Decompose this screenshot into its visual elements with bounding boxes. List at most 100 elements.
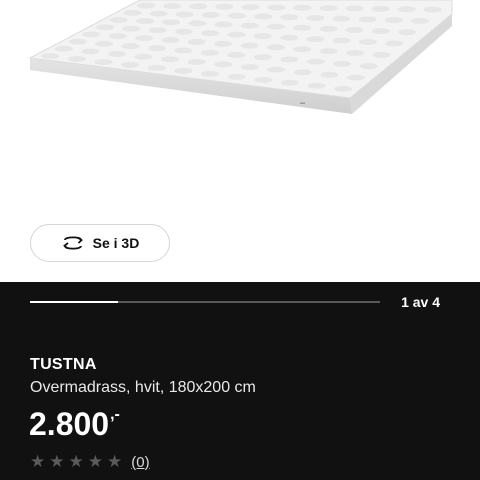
quilt-tuft	[109, 17, 128, 24]
quilt-tuft	[319, 48, 338, 55]
product-price: 2.800 ,-	[29, 402, 120, 446]
quilt-tuft	[174, 67, 193, 74]
quilt-tuft	[293, 69, 312, 76]
quilt-tuft	[266, 44, 285, 51]
quilt-tuft	[201, 12, 220, 19]
quilt-tuft	[241, 4, 260, 11]
quilt-tuft	[385, 40, 404, 47]
quilt-tuft	[280, 56, 299, 63]
quilt-tuft	[266, 23, 285, 30]
quilt-tuft	[174, 47, 193, 54]
quilt-tuft	[147, 64, 166, 71]
quilt-tuft	[147, 45, 166, 52]
quilt-tuft	[240, 64, 259, 71]
product-image-area[interactable]: ▬ Se i 3D	[0, 0, 480, 282]
quilt-tuft	[82, 31, 101, 38]
quilt-tuft	[215, 3, 234, 10]
star-icon: ★	[87, 452, 103, 471]
gallery-progress-fill	[30, 301, 118, 303]
review-count-link[interactable]: (0)	[131, 454, 149, 471]
product-rating[interactable]: ★ ★ ★ ★ ★ (0)	[30, 452, 150, 472]
quilt-tuft	[96, 24, 115, 31]
quilt-tuft	[81, 48, 100, 55]
product-name[interactable]: TUSTNA	[30, 356, 97, 374]
quilt-tuft	[188, 20, 207, 27]
quilt-tuft	[134, 53, 153, 60]
quilt-tuft	[332, 37, 351, 44]
quilt-tuft	[161, 56, 180, 63]
quilt-tuft	[108, 33, 127, 40]
price-suffix: ,-	[110, 406, 120, 423]
mattress-topper-image: ▬	[28, 0, 453, 114]
quilt-tuft	[67, 55, 86, 62]
quilt-tuft	[41, 52, 60, 59]
quilt-tuft	[200, 70, 219, 77]
gallery-progress-bar	[30, 301, 380, 303]
quilt-tuft	[372, 51, 391, 58]
quilt-tuft	[397, 6, 416, 13]
quilt-tuft	[345, 5, 364, 12]
quilt-tuft	[163, 3, 182, 10]
star-icon: ★	[49, 452, 65, 471]
quilt-tuft	[293, 4, 312, 11]
view-in-3d-button[interactable]: Se i 3D	[30, 224, 170, 262]
quilt-tuft	[306, 58, 325, 65]
quilt-tuft	[332, 15, 351, 22]
quilt-tuft	[346, 74, 365, 81]
quilt-tuft	[398, 29, 417, 36]
quilt-tuft	[68, 38, 87, 45]
rotate-3d-icon	[62, 236, 83, 250]
quilt-tuft	[227, 51, 246, 58]
quilt-tuft	[267, 66, 286, 73]
quilt-tuft	[307, 82, 326, 89]
quilt-tuft	[123, 9, 142, 16]
star-icon: ★	[107, 452, 123, 471]
quilt-tuft	[346, 49, 365, 56]
quilt-tuft	[306, 36, 325, 43]
quilt-tuft	[187, 58, 206, 65]
quilt-tuft	[137, 2, 156, 9]
quilt-tuft	[267, 4, 286, 11]
quilt-tuft	[107, 51, 126, 58]
quilt-tuft	[345, 26, 364, 33]
product-description: Overmadrass, hvit, 180x200 cm	[30, 379, 256, 396]
quilt-tuft	[293, 24, 312, 31]
quilt-tuft	[214, 61, 233, 68]
quilt-tuft	[187, 38, 206, 45]
quilt-tuft	[253, 54, 272, 61]
quilt-tuft	[162, 19, 181, 26]
quilt-tuft	[174, 28, 193, 35]
quilt-tuft	[371, 5, 390, 12]
quilt-tuft	[423, 6, 442, 13]
quilt-tuft	[121, 43, 140, 50]
quilt-tuft	[189, 3, 208, 10]
gallery-pager: 1 av 4	[401, 294, 440, 310]
quilt-tuft	[122, 25, 141, 32]
quilt-tuft	[240, 42, 259, 49]
quilt-tuft	[253, 33, 272, 40]
quilt-tuft	[410, 17, 429, 24]
quilt-tuft	[149, 10, 168, 17]
quilt-tuft	[227, 31, 246, 38]
quilt-tuft	[254, 76, 273, 83]
quilt-tuft	[280, 14, 299, 21]
quilt-tuft	[214, 40, 233, 47]
quilt-tuft	[161, 36, 180, 43]
quilt-tuft	[384, 17, 403, 24]
quilt-tuft	[319, 25, 338, 32]
quilt-tuft	[201, 30, 220, 37]
price-amount: 2.800	[29, 406, 110, 442]
quilt-tuft	[358, 16, 377, 23]
quilt-tuft	[358, 39, 377, 46]
star-icon: ★	[68, 452, 84, 471]
svg-text:▬: ▬	[300, 100, 305, 106]
quilt-tuft	[54, 45, 73, 52]
quilt-tuft	[214, 21, 233, 28]
quilt-tuft	[359, 63, 378, 70]
quilt-tuft	[95, 40, 114, 47]
quilt-tuft	[227, 73, 246, 80]
quilt-tuft	[333, 60, 352, 67]
quilt-tuft	[254, 13, 273, 20]
quilt-tuft	[280, 34, 299, 41]
quilt-tuft	[334, 85, 353, 92]
